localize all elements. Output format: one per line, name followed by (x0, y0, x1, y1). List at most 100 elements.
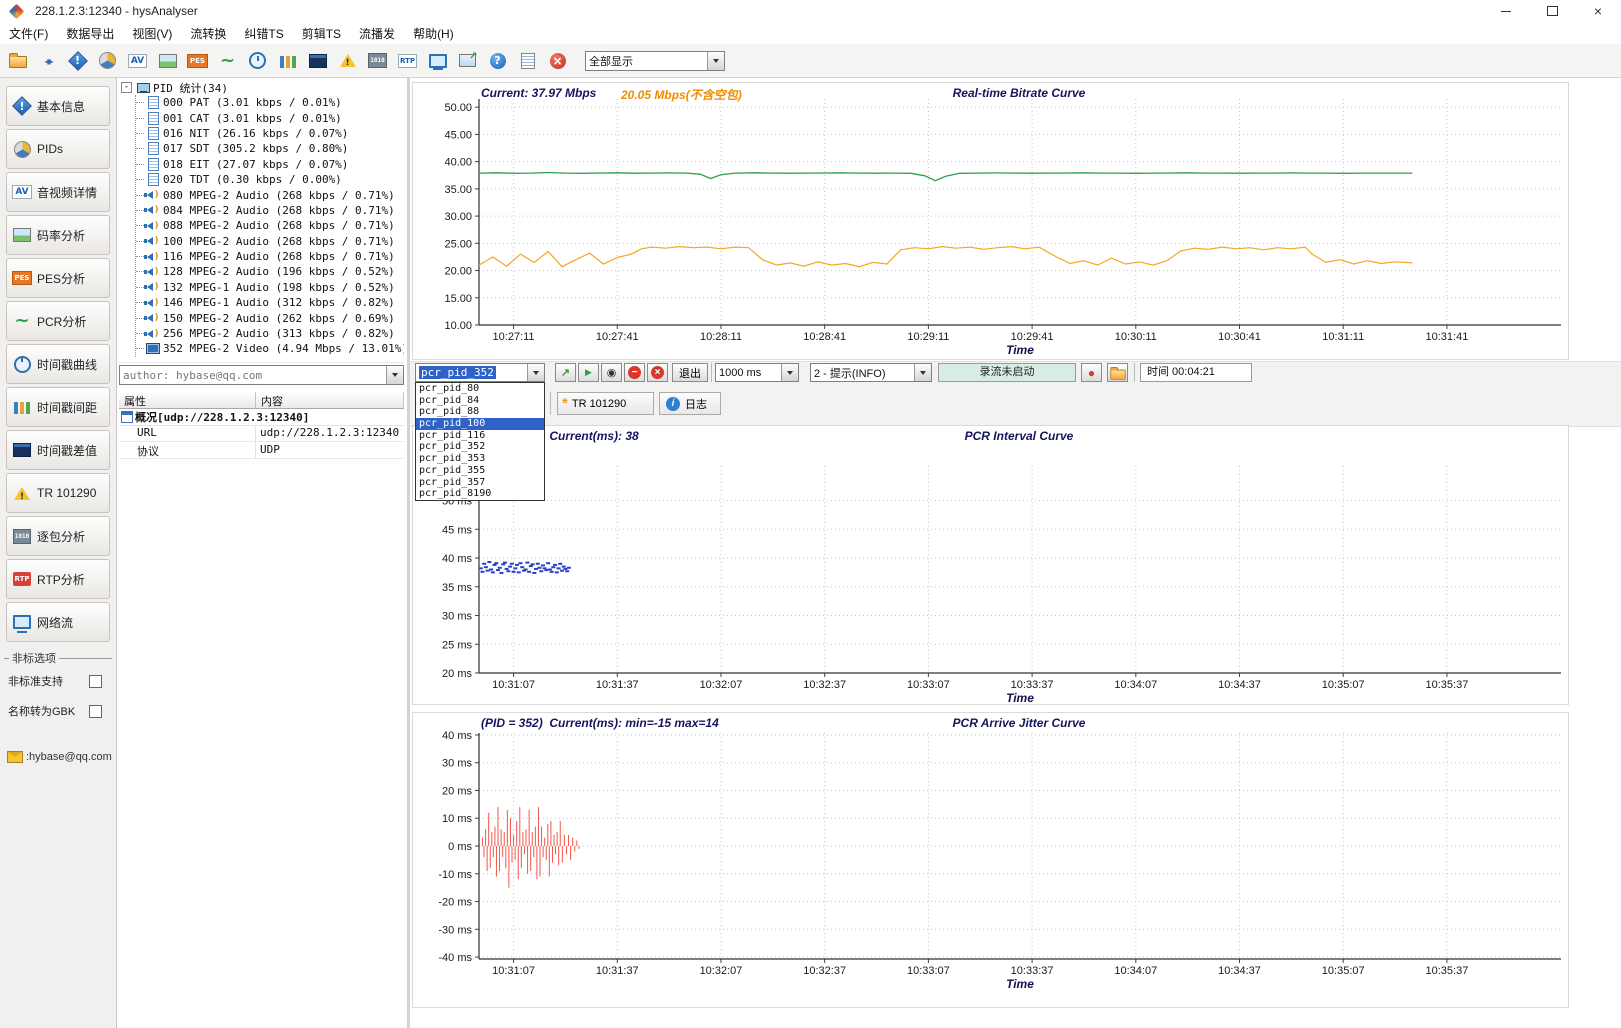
tree-item[interactable]: 100 MPEG-2 Audio (268 kbps / 0.71%) (136, 234, 404, 249)
menu-item-file[interactable]: 文件(F) (0, 23, 57, 44)
sidebar-item-bitrate-analysis[interactable]: 码率分析 (6, 215, 110, 255)
property-group-row[interactable]: 概况[udp://228.1.2.3:12340] (119, 409, 404, 426)
record-stream-button[interactable]: ● (1081, 363, 1102, 382)
sidebar-item-rtp-analysis[interactable]: RTP分析 (6, 559, 110, 599)
tree-expander[interactable] (121, 82, 132, 93)
sidebar-item-pes-analysis[interactable]: PES分析 (6, 258, 110, 298)
tree-item[interactable]: 018 EIT (27.07 kbps / 0.07%) (136, 157, 404, 172)
record-marker-button[interactable]: ◉ (601, 363, 622, 382)
timestamp-curve-button[interactable] (244, 47, 271, 74)
tree-item[interactable]: 116 MPEG-2 Audio (268 kbps / 0.71%) (136, 249, 404, 264)
tree-item[interactable]: 128 MPEG-2 Audio (196 kbps / 0.52%) (136, 264, 404, 279)
menu-item-data-export[interactable]: 数据导出 (57, 23, 123, 44)
contact-email[interactable]: :hybase@qq.com (4, 746, 112, 768)
table-icon (145, 173, 161, 187)
tree-item[interactable]: 080 MPEG-2 Audio (268 kbps / 0.71%) (136, 187, 404, 202)
log-button[interactable] (514, 47, 541, 74)
pcr-pid-option[interactable]: pcr_pid_88 (416, 406, 544, 418)
log-button[interactable]: i 日志 (659, 392, 721, 415)
sidebar-item-basic-info[interactable]: 基本信息 (6, 86, 110, 126)
close-button[interactable]: × (1575, 0, 1621, 22)
sidebar-item-timestamp-diff[interactable]: 时间戳差值 (6, 430, 110, 470)
basic-info-button[interactable] (64, 47, 91, 74)
stop-button[interactable] (544, 47, 571, 74)
maximize-button[interactable] (1529, 0, 1575, 22)
tree-item[interactable]: 084 MPEG-2 Audio (268 kbps / 0.71%) (136, 203, 404, 218)
sidebar-item-tr101290[interactable]: TR 101290 (6, 473, 110, 513)
pcr-pid-option[interactable]: pcr_pid_353 (416, 453, 544, 465)
rtp-button[interactable] (394, 47, 421, 74)
av-details-button[interactable] (124, 47, 151, 74)
tree-item[interactable]: 016 NIT (26.16 kbps / 0.07%) (136, 126, 404, 141)
export-graph-button[interactable]: ↗ (555, 363, 576, 382)
tree-item[interactable]: 000 PAT (3.01 kbps / 0.01%) (136, 95, 404, 110)
svg-text:10:33:37: 10:33:37 (1011, 965, 1054, 977)
menu-item-stream-play[interactable]: 流播发 (350, 23, 404, 44)
tree-item[interactable]: 017 SDT (305.2 kbps / 0.80%) (136, 141, 404, 156)
open-record-folder-button[interactable] (1107, 363, 1128, 382)
menu-item-stream-convert[interactable]: 流转换 (181, 23, 235, 44)
menu-item-fix-ts[interactable]: 纠错TS (235, 23, 292, 44)
menu-item-view[interactable]: 视图(V) (123, 23, 181, 44)
display-filter-select[interactable]: 全部显示 (585, 50, 725, 71)
timestamp-diff-button[interactable] (304, 47, 331, 74)
pcr-button[interactable] (214, 47, 241, 74)
sidebar-item-network-flow[interactable]: 网络流 (6, 602, 110, 642)
tree-item[interactable]: 020 TDT (0.30 kbps / 0.00%) (136, 172, 404, 187)
packet-analysis-button[interactable] (364, 47, 391, 74)
tree-item[interactable]: 088 MPEG-2 Audio (268 kbps / 0.71%) (136, 218, 404, 233)
tree-item[interactable]: 001 CAT (3.01 kbps / 0.01%) (136, 110, 404, 125)
pcr-pid-option[interactable]: pcr_pid_116 (416, 430, 544, 442)
checkbox-nonstandard-support[interactable] (89, 674, 102, 688)
network-flow-button[interactable] (424, 47, 451, 74)
media-chart-button[interactable] (154, 47, 181, 74)
menu-item-help[interactable]: 帮助(H) (404, 23, 463, 44)
pcr-pid-option[interactable]: pcr_pid_100 (416, 418, 544, 430)
menu-item-clip-ts[interactable]: 剪辑TS (293, 23, 350, 44)
pcr-pid-option[interactable]: pcr_pid_352 (416, 441, 544, 453)
timestamp-gap-button[interactable] (274, 47, 301, 74)
tree-item[interactable]: 352 MPEG-2 Video (4.94 Mbps / 13.01%) (136, 341, 404, 356)
pids-button[interactable] (94, 47, 121, 74)
pcr-pid-option[interactable]: pcr_pid_84 (416, 395, 544, 407)
sidebar-item-timestamp-curve[interactable]: 时间戳曲线 (6, 344, 110, 384)
pcr-jitter-chart-panel: (PID = 352) Current(ms): min=-15 max=14 … (412, 712, 1569, 1008)
network-export-button[interactable] (34, 47, 61, 74)
pcr-pid-select[interactable]: pcr_pid_352 (415, 363, 545, 382)
column-header-attribute[interactable]: 属性 (119, 392, 256, 409)
minimize-button[interactable] (1483, 0, 1529, 22)
tree-item[interactable]: 146 MPEG-1 Audio (312 kbps / 0.82%) (136, 295, 404, 310)
stop-button[interactable]: × (647, 363, 668, 382)
pcr-pid-option[interactable]: pcr_pid_8190 (416, 488, 544, 500)
sidebar-item-av-details[interactable]: 音视频详情 (6, 172, 110, 212)
sidebar-item-packet-analysis[interactable]: 逐包分析 (6, 516, 110, 556)
pcr-pid-option[interactable]: pcr_pid_355 (416, 465, 544, 477)
pes-button[interactable] (184, 47, 211, 74)
tree-root-pid-stats[interactable]: PID 统计(34) (119, 80, 404, 95)
sidebar-item-label: 逐包分析 (37, 529, 86, 544)
tree-item[interactable]: 150 MPEG-2 Audio (262 kbps / 0.69%) (136, 310, 404, 325)
column-header-content[interactable]: 内容 (256, 392, 404, 409)
tree-item[interactable]: 132 MPEG-1 Audio (198 kbps / 0.52%) (136, 280, 404, 295)
exit-button[interactable]: 退出 (672, 363, 708, 382)
remove-button[interactable]: − (624, 363, 645, 382)
log-level-select[interactable]: 2 - 提示(INFO) (810, 363, 932, 382)
help-button[interactable] (484, 47, 511, 74)
tr101290-button[interactable]: * TR 101290 (557, 392, 654, 415)
open-stream-button[interactable] (4, 47, 31, 74)
sidebar-item-pcr-analysis[interactable]: PCR分析 (6, 301, 110, 341)
audio-icon (144, 203, 161, 217)
refresh-interval-select[interactable]: 1000 ms (715, 363, 799, 382)
pcr-pid-option[interactable]: pcr_pid_80 (416, 383, 544, 395)
snapshot-button[interactable] (454, 47, 481, 74)
tree-item[interactable]: 256 MPEG-2 Audio (313 kbps / 0.82%) (136, 326, 404, 341)
sidebar-item-pids[interactable]: PIDs (6, 129, 110, 169)
tr101290-button[interactable] (334, 47, 361, 74)
svg-text:Time: Time (1006, 343, 1034, 357)
checkbox-gbk-names[interactable] (89, 704, 102, 718)
author-combobox[interactable]: author: hybase@qq.com (119, 365, 404, 385)
sidebar-item-timestamp-gap[interactable]: 时间戳间距 (6, 387, 110, 427)
start-button[interactable]: ▶ (578, 363, 599, 382)
pcr-pid-option[interactable]: pcr_pid_357 (416, 477, 544, 489)
sidebar: 基本信息 PIDs 音视频详情码率分析 PES分析 PCR分析时间戳曲线时间戳间距时间戳… (0, 78, 117, 1028)
